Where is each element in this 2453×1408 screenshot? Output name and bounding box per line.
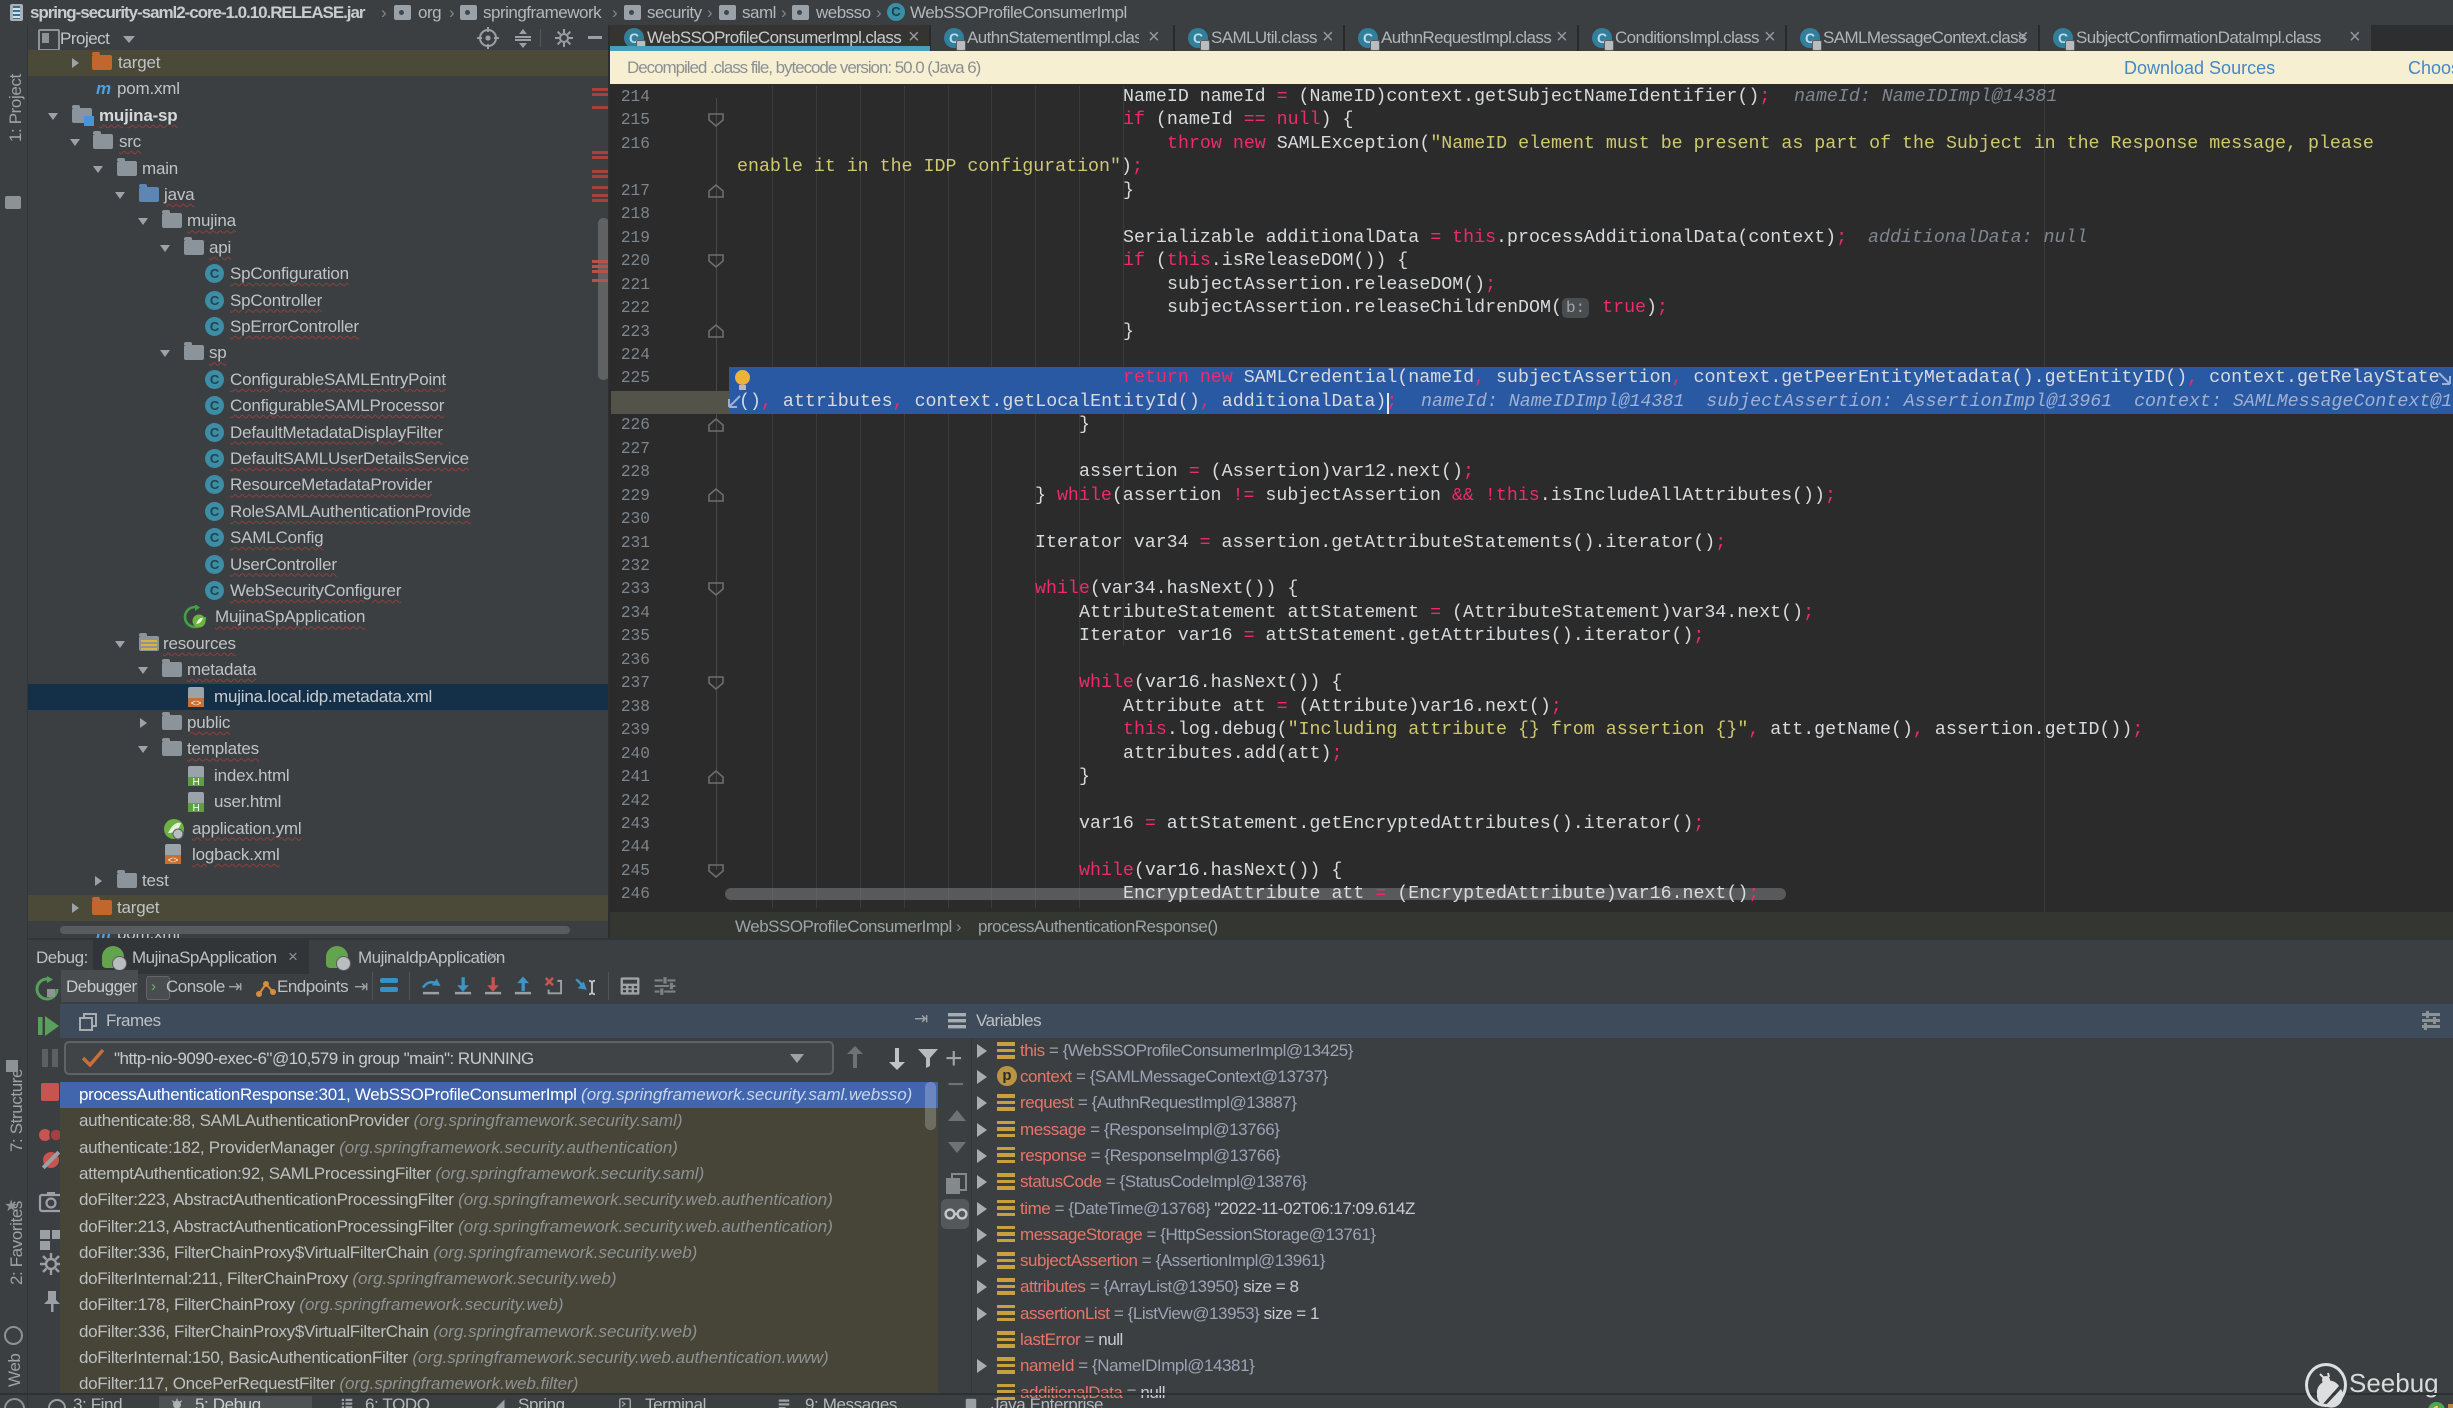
svg-text:<>: <> bbox=[168, 856, 178, 865]
svg-text:H: H bbox=[192, 803, 199, 813]
svg-text:<>: <> bbox=[191, 699, 201, 708]
svg-text:H: H bbox=[192, 777, 199, 787]
